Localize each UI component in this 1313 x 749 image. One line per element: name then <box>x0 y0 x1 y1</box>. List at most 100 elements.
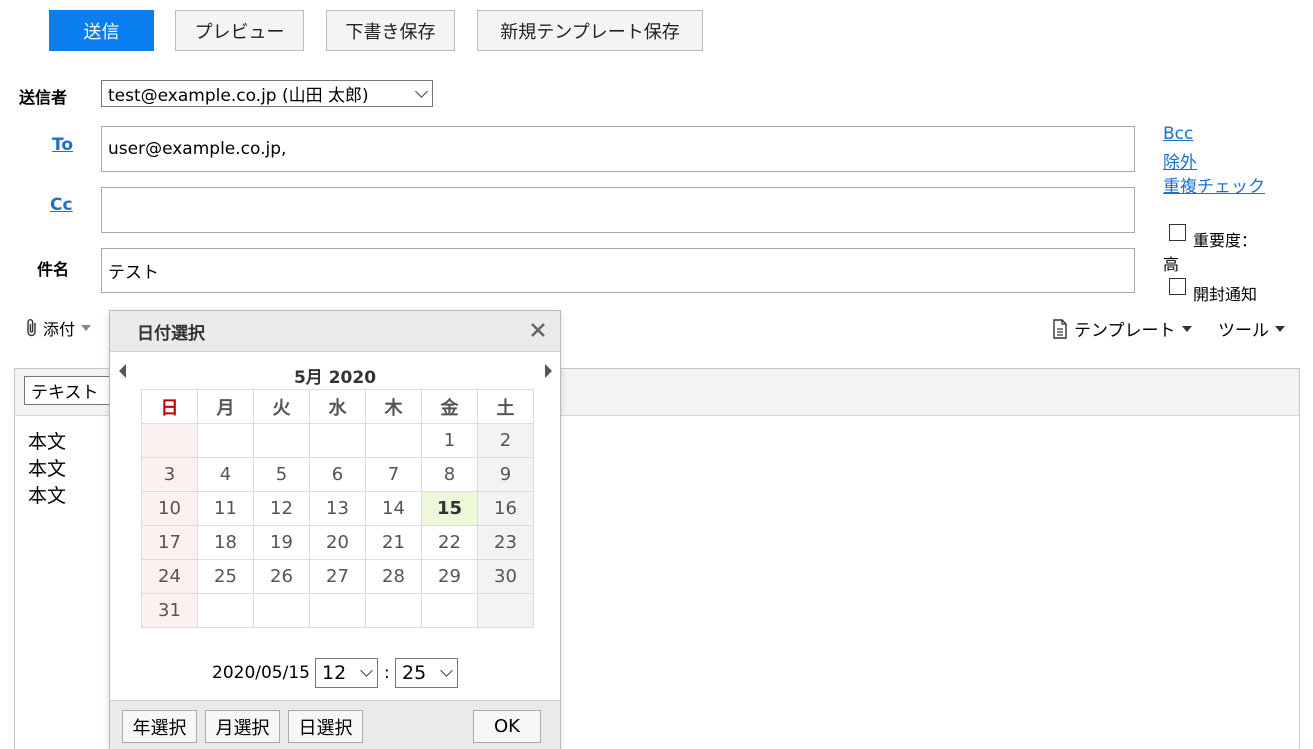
weekday-header: 木 <box>365 389 422 424</box>
minute-select[interactable]: 25 <box>395 658 458 688</box>
to-input[interactable]: user@example.co.jp, <box>101 126 1135 172</box>
calendar-day[interactable]: 2 <box>477 423 534 458</box>
attach-button[interactable]: 添付 <box>25 316 92 340</box>
chevron-down-icon <box>440 664 453 677</box>
calendar-empty-cell <box>309 423 366 458</box>
calendar-week: 17 18 19 20 21 22 23 <box>141 525 534 560</box>
priority-checkbox[interactable] <box>1169 224 1186 241</box>
calendar-day[interactable]: 11 <box>197 491 254 526</box>
priority-value: 高 <box>1163 255 1180 274</box>
chevron-down-icon <box>360 664 373 677</box>
calendar-day[interactable]: 29 <box>421 559 478 594</box>
calendar-empty-cell <box>365 423 422 458</box>
calendar-day[interactable]: 31 <box>141 593 198 628</box>
calendar-day[interactable]: 10 <box>141 491 198 526</box>
duplicate-check-link[interactable]: 重複チェック <box>1163 172 1265 197</box>
template-menu-label: テンプレート <box>1074 321 1176 341</box>
month-label: 5月 2020 <box>293 368 377 388</box>
calendar-day[interactable]: 24 <box>141 559 198 594</box>
calendar-grid: 日月火水木金土 1 2 3 4 5 6 7 8 9 10 11 12 13 14 15 16 17 18 19 20 2… <box>141 389 534 628</box>
calendar-empty-cell <box>253 423 310 458</box>
calendar-day[interactable]: 13 <box>309 491 366 526</box>
weekday-header: 日 <box>141 389 198 424</box>
format-select-value: テキスト <box>31 383 99 403</box>
body-line: 本文 <box>28 458 67 480</box>
calendar-empty-cell <box>309 593 366 628</box>
calendar-day[interactable]: 6 <box>309 457 366 492</box>
month-select-button[interactable]: 月選択 <box>205 710 280 743</box>
minute-value: 25 <box>402 662 427 684</box>
calendar-empty-cell <box>141 423 198 458</box>
chevron-down-icon <box>415 84 428 98</box>
calendar-empty-cell <box>253 593 310 628</box>
calendar-day[interactable]: 3 <box>141 457 198 492</box>
arrow-right-icon <box>545 364 552 378</box>
exclude-link[interactable]: 除外 <box>1163 148 1197 173</box>
document-icon <box>1053 318 1067 339</box>
weekday-header: 火 <box>253 389 310 424</box>
calendar-day[interactable]: 28 <box>365 559 422 594</box>
subject-input[interactable]: テスト <box>101 248 1135 293</box>
next-month-button[interactable] <box>545 364 552 378</box>
calendar-empty-cell <box>421 593 478 628</box>
preview-button[interactable]: プレビュー <box>175 10 304 51</box>
year-select-button[interactable]: 年選択 <box>122 710 197 743</box>
to-value: user@example.co.jp, <box>108 139 287 159</box>
sender-select[interactable]: test@example.co.jp (山田 太郎) <box>101 80 433 107</box>
attach-label: 添付 <box>43 320 76 339</box>
calendar-day[interactable]: 1 <box>421 423 478 458</box>
calendar-day[interactable]: 5 <box>253 457 310 492</box>
bcc-link[interactable]: Bcc <box>1163 124 1193 144</box>
calendar-day[interactable]: 23 <box>477 525 534 560</box>
close-icon <box>531 323 545 337</box>
calendar-day[interactable]: 26 <box>253 559 310 594</box>
ok-button[interactable]: OK <box>473 710 541 743</box>
caret-down-icon <box>1181 325 1192 332</box>
template-menu[interactable]: テンプレート <box>1052 316 1192 341</box>
editor-body[interactable]: 本文 本文 本文 <box>28 429 66 510</box>
calendar-day[interactable]: 20 <box>309 525 366 560</box>
calendar-day[interactable]: 8 <box>421 457 478 492</box>
calendar-day[interactable]: 4 <box>197 457 254 492</box>
calendar-day[interactable]: 19 <box>253 525 310 560</box>
day-select-button[interactable]: 日選択 <box>288 710 363 743</box>
calendar-week: 12 <box>141 423 534 458</box>
subject-value: テスト <box>108 263 159 283</box>
weekday-header: 土 <box>477 389 534 424</box>
calendar-day[interactable]: 9 <box>477 457 534 492</box>
weekday-header: 金 <box>421 389 478 424</box>
send-button[interactable]: 送信 <box>49 10 154 51</box>
calendar-day[interactable]: 21 <box>365 525 422 560</box>
calendar-day[interactable]: 17 <box>141 525 198 560</box>
calendar-week: 31 <box>141 593 534 628</box>
caret-down-icon <box>1275 325 1285 332</box>
calendar-day[interactable]: 12 <box>253 491 310 526</box>
hour-select[interactable]: 12 <box>315 658 378 688</box>
calendar-day[interactable]: 16 <box>477 491 534 526</box>
priority-label: 重要度： <box>1193 231 1258 250</box>
cc-input[interactable] <box>101 187 1135 233</box>
calendar-day[interactable]: 18 <box>197 525 254 560</box>
save-draft-button[interactable]: 下書き保存 <box>326 10 455 51</box>
subject-label: 件名 <box>37 260 70 279</box>
calendar-day[interactable]: 25 <box>197 559 254 594</box>
calendar-day[interactable]: 22 <box>421 525 478 560</box>
cc-link[interactable]: Cc <box>50 195 73 215</box>
calendar-day[interactable]: 14 <box>365 491 422 526</box>
date-picker-title: 日付選択 <box>137 324 205 344</box>
to-link[interactable]: To <box>52 135 73 155</box>
read-receipt-label: 開封通知 <box>1193 285 1258 304</box>
calendar-day[interactable]: 30 <box>477 559 534 594</box>
tools-menu[interactable]: ツール <box>1218 316 1285 341</box>
calendar-empty-cell <box>197 423 254 458</box>
save-template-button[interactable]: 新規テンプレート保存 <box>477 10 703 51</box>
weekday-header: 月 <box>197 389 254 424</box>
weekday-header: 水 <box>309 389 366 424</box>
calendar-day[interactable]: 7 <box>365 457 422 492</box>
read-receipt-checkbox[interactable] <box>1169 278 1186 295</box>
close-button[interactable] <box>529 321 547 344</box>
calendar-day[interactable]: 15 <box>421 491 478 526</box>
body-line: 本文 <box>28 485 67 507</box>
calendar-day[interactable]: 27 <box>309 559 366 594</box>
date-picker-dialog: 日付選択 5月 2020 日月火水木金土 1 2 3 4 5 6 7 8 9 10 11 12 13 14… <box>109 310 561 749</box>
